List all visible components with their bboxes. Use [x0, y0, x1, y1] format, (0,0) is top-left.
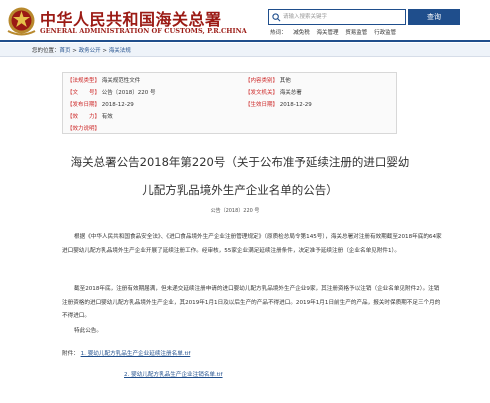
effective-date-value: 2018-12-29: [279, 102, 312, 108]
breadcrumb-separator: >: [100, 48, 109, 54]
content-category-value: 其他: [279, 78, 291, 84]
article-title-line2: 儿配方乳品境外生产企业名单的公告）: [142, 183, 338, 197]
header-divider: [0, 40, 490, 42]
law-type-value: 海关规范性文件: [101, 78, 141, 84]
validity-note-label: 【效力说明】: [67, 126, 101, 132]
effective-date-label: 【生效日期】: [245, 102, 279, 108]
issue-date-label: 【发布日期】: [67, 102, 101, 108]
validity-label: 【效 力】: [67, 114, 101, 120]
doc-number-value: 公告〔2018〕220 号: [101, 90, 156, 96]
doc-number-label: 【文 号】: [67, 90, 101, 96]
search-box[interactable]: [268, 9, 406, 25]
hotword-link[interactable]: 减免税: [293, 30, 310, 36]
article-title-line1: 海关总署公告2018年第220号（关于公布准予延续注册的进口婴幼: [70, 155, 410, 169]
validity-row: 【效 力】 有效: [67, 112, 113, 120]
doc-number-row: 【文 号】 公告〔2018〕220 号: [67, 88, 156, 96]
attachments-row: 附件： 1. 婴幼儿配方乳品生产企业延续注册名单.tif: [62, 349, 190, 357]
attachments-label: 附件：: [62, 351, 79, 357]
law-type-label: 【法规类型】: [67, 78, 101, 84]
article-title: 海关总署公告2018年第220号（关于公布准予延续注册的进口婴幼 儿配方乳品境外…: [20, 148, 460, 204]
breadcrumb-customs-regulations[interactable]: 海关法规: [109, 48, 131, 54]
hotword-link[interactable]: 行政监管: [374, 30, 396, 36]
national-emblem-icon[interactable]: [5, 5, 38, 36]
issue-date-row: 【发布日期】 2018-12-29: [67, 100, 134, 108]
site-name-en: GENERAL ADMINISTRATION OF CUSTOMS, P.R.C…: [40, 27, 247, 35]
hotwords-bar: 热词： 减免税 海关管理 贸易监管 行政监管: [270, 28, 401, 36]
search-input[interactable]: [283, 10, 403, 24]
effective-date-row: 【生效日期】 2018-12-29: [245, 100, 312, 108]
issue-date-value: 2018-12-29: [101, 102, 134, 108]
breadcrumb-gov-affairs[interactable]: 政务公开: [79, 48, 101, 54]
search-icon: [272, 13, 281, 22]
site-header: 中华人民共和国海关总署 GENERAL ADMINISTRATION OF CU…: [0, 0, 490, 40]
breadcrumb: 您的位置：首页 > 政务公开 > 海关法规: [32, 46, 131, 54]
breadcrumb-prefix: 您的位置：: [32, 48, 60, 54]
attachment-link-2[interactable]: 2. 婴幼儿配方乳品生产企业注销名单.tif: [124, 372, 223, 378]
attachment-link-1[interactable]: 1. 婴幼儿配方乳品生产企业延续注册名单.tif: [81, 351, 191, 357]
issuing-org-row: 【发文机关】 海关总署: [245, 88, 302, 96]
content-category-row: 【内容类别】 其他: [245, 76, 291, 84]
regulation-info-box: 【法规类型】 海关规范性文件 【内容类别】 其他 【文 号】 公告〔2018〕2…: [62, 72, 397, 134]
article-paragraph: 截至2018年底，注册有效期届满，但未递交延续注册申请的进口婴幼儿配方乳品境外生…: [62, 286, 441, 319]
attachment-row-2: 2. 婴幼儿配方乳品生产企业注销名单.tif: [124, 370, 223, 378]
article-paragraph: 根据《中华人民共和国食品安全法》、《进口食品境外生产企业注册管理规定》（原质检总…: [62, 234, 442, 254]
issuing-org-value: 海关总署: [279, 90, 302, 96]
content-category-label: 【内容类别】: [245, 78, 279, 84]
law-type-row: 【法规类型】 海关规范性文件: [67, 76, 140, 84]
validity-value: 有效: [101, 114, 113, 120]
search-button[interactable]: 查询: [408, 9, 460, 25]
article-doc-number: 公告〔2018〕220 号: [210, 208, 260, 214]
breadcrumb-separator: >: [70, 48, 79, 54]
issuing-org-label: 【发文机关】: [245, 90, 279, 96]
hotwords-label: 热词：: [270, 30, 287, 36]
breadcrumb-home[interactable]: 首页: [60, 48, 71, 54]
hotword-link[interactable]: 贸易监管: [345, 30, 367, 36]
article-closing: 特此公告。: [74, 328, 102, 334]
validity-note-row: 【效力说明】: [67, 124, 100, 132]
hotword-link[interactable]: 海关管理: [317, 30, 339, 36]
